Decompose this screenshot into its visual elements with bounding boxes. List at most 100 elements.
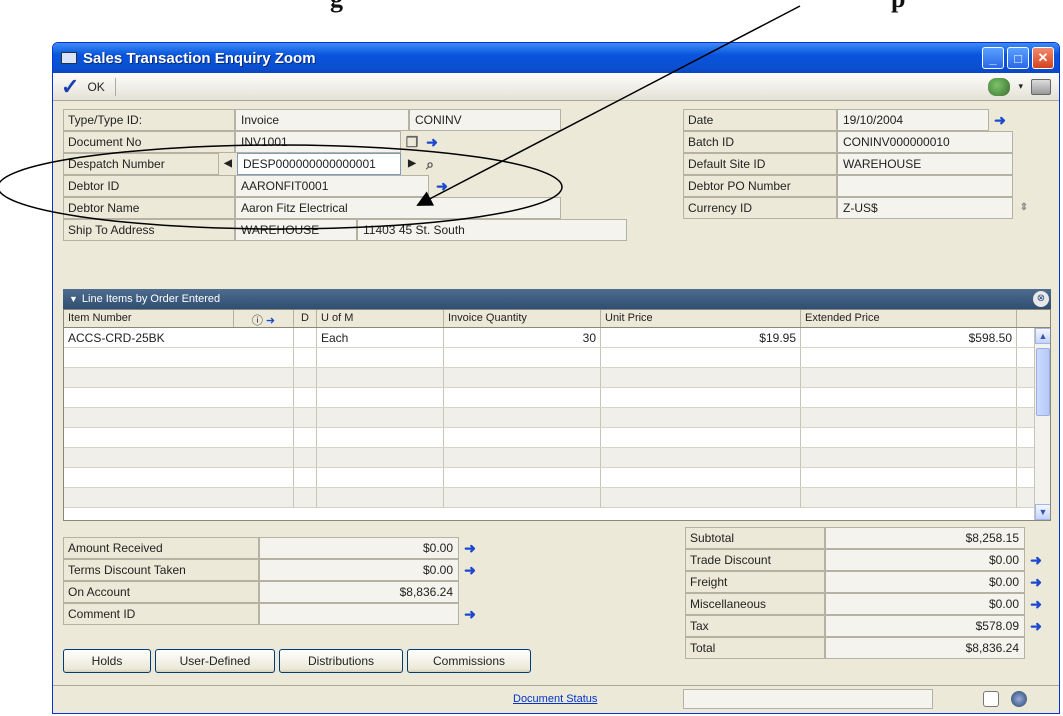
lookup-magnifier-icon[interactable]: ⌕ xyxy=(421,155,439,173)
d-cell[interactable] xyxy=(294,328,317,347)
trade-discount-label: Trade Discount xyxy=(685,549,825,571)
amount-received-value: $0.00 xyxy=(259,537,459,559)
table-row[interactable]: ACCS-CRD-25BK Each 30 $19.95 $598.50 xyxy=(64,328,1050,348)
collapse-icon[interactable]: ⊗ xyxy=(1033,291,1049,307)
table-row[interactable] xyxy=(64,388,1050,408)
table-row[interactable] xyxy=(64,428,1050,448)
extended-price-cell[interactable]: $598.50 xyxy=(801,328,1017,347)
column-unit-price[interactable]: Unit Price xyxy=(601,310,801,327)
batch-id-label: Batch ID xyxy=(683,131,837,153)
user-defined-button[interactable]: User-Defined xyxy=(155,649,275,673)
document-status-link[interactable]: Document Status xyxy=(513,693,597,705)
line-items-title: Line Items by Order Entered xyxy=(81,293,221,305)
maximize-icon[interactable]: □ xyxy=(1007,47,1029,69)
title-bar: Sales Transaction Enquiry Zoom _ □ ✕ xyxy=(53,43,1059,73)
grid-scrollbar[interactable]: ▲ ▼ xyxy=(1034,328,1050,520)
column-extended-price[interactable]: Extended Price xyxy=(801,310,1017,327)
heading-right-fragment: p xyxy=(891,0,905,13)
toolbar: ✓ OK ▾ xyxy=(53,73,1059,101)
table-row[interactable] xyxy=(64,408,1050,428)
column-icons: ⓘ ➜ xyxy=(234,310,294,327)
date-value: 19/10/2004 xyxy=(837,109,989,131)
scroll-down-icon[interactable]: ▼ xyxy=(1035,504,1050,520)
amount-received-label: Amount Received xyxy=(63,537,259,559)
document-no-arrow-icon[interactable]: ➜ xyxy=(423,133,441,151)
quantity-cell[interactable]: 30 xyxy=(444,328,601,347)
freight-value: $0.00 xyxy=(825,571,1025,593)
column-invoice-quantity[interactable]: Invoice Quantity xyxy=(444,310,601,327)
comment-id-value xyxy=(259,603,459,625)
table-row[interactable] xyxy=(64,348,1050,368)
despatch-number-label: Despatch Number xyxy=(63,153,219,175)
table-row[interactable] xyxy=(64,368,1050,388)
trade-discount-value: $0.00 xyxy=(825,549,1025,571)
document-icon[interactable]: ❐ xyxy=(403,133,421,151)
item-number-cell[interactable]: ACCS-CRD-25BK xyxy=(64,328,294,347)
close-icon[interactable]: ✕ xyxy=(1032,47,1054,69)
debtor-name-value: Aaron Fitz Electrical xyxy=(235,197,561,219)
window-title: Sales Transaction Enquiry Zoom xyxy=(83,49,316,67)
scroll-up-icon[interactable]: ▲ xyxy=(1035,328,1050,344)
amount-received-arrow-icon[interactable]: ➜ xyxy=(461,539,479,557)
type-label: Type/Type ID: xyxy=(63,109,235,131)
expand-triangle-icon[interactable]: ▼ xyxy=(69,294,78,304)
default-site-label: Default Site ID xyxy=(683,153,837,175)
distributions-button[interactable]: Distributions xyxy=(279,649,403,673)
help-icon[interactable] xyxy=(1011,691,1027,707)
chevron-down-icon[interactable]: ▾ xyxy=(1018,81,1023,92)
despatch-number-input[interactable]: DESP000000000000001 xyxy=(237,153,401,175)
column-d[interactable]: D xyxy=(294,310,317,327)
grid-body: ACCS-CRD-25BK Each 30 $19.95 $598.50 xyxy=(64,328,1050,508)
document-no-label: Document No xyxy=(63,131,235,153)
tax-label: Tax xyxy=(685,615,825,637)
table-row[interactable] xyxy=(64,448,1050,468)
note-icon[interactable] xyxy=(983,691,999,707)
document-no-value: INV1001 xyxy=(235,131,401,153)
subtotal-value: $8,258.15 xyxy=(825,527,1025,549)
status-bar: Document Status xyxy=(53,685,1059,713)
debtor-po-value xyxy=(837,175,1013,197)
minimize-icon[interactable]: _ xyxy=(982,47,1004,69)
scroll-thumb[interactable] xyxy=(1036,348,1050,416)
print-icon[interactable] xyxy=(1031,78,1051,95)
debtor-po-label: Debtor PO Number xyxy=(683,175,837,197)
miscellaneous-value: $0.00 xyxy=(825,593,1025,615)
date-arrow-icon[interactable]: ➜ xyxy=(991,111,1009,129)
batch-id-value: CONINV000000010 xyxy=(837,131,1013,153)
terms-discount-arrow-icon[interactable]: ➜ xyxy=(461,561,479,579)
uofm-cell[interactable]: Each xyxy=(317,328,444,347)
currency-icon[interactable]: ⇕ xyxy=(1015,199,1033,217)
debtor-id-arrow-icon[interactable]: ➜ xyxy=(433,177,451,195)
column-uofm[interactable]: U of M xyxy=(317,310,444,327)
comment-id-arrow-icon[interactable]: ➜ xyxy=(461,605,479,623)
column-item-number[interactable]: Item Number xyxy=(64,310,234,327)
window-app-icon xyxy=(61,52,77,64)
info-icon[interactable]: ⓘ xyxy=(252,315,263,327)
table-row[interactable] xyxy=(64,488,1050,508)
previous-arrow-icon[interactable]: ◀ xyxy=(219,155,237,173)
debtor-name-label: Debtor Name xyxy=(63,197,235,219)
miscellaneous-label: Miscellaneous xyxy=(685,593,825,615)
ok-button[interactable]: OK xyxy=(87,80,104,94)
sales-transaction-enquiry-window: Sales Transaction Enquiry Zoom _ □ ✕ ✓ O… xyxy=(52,42,1060,714)
tax-arrow-icon[interactable]: ➜ xyxy=(1027,617,1045,635)
toolbar-separator xyxy=(114,77,116,96)
options-icon[interactable] xyxy=(988,77,1011,96)
currency-id-label: Currency ID xyxy=(683,197,837,219)
holds-button[interactable]: Holds xyxy=(63,649,151,673)
debtor-id-label: Debtor ID xyxy=(63,175,235,197)
miscellaneous-arrow-icon[interactable]: ➜ xyxy=(1027,595,1045,613)
commissions-button[interactable]: Commissions xyxy=(407,649,531,673)
line-items-section-header[interactable]: ▼ Line Items by Order Entered ⊗ xyxy=(63,289,1051,309)
on-account-value: $8,836.24 xyxy=(259,581,459,603)
type-id-value: CONINV xyxy=(409,109,561,131)
unit-price-cell[interactable]: $19.95 xyxy=(601,328,801,347)
ship-to-id-value: WAREHOUSE xyxy=(235,219,357,241)
next-arrow-icon[interactable]: ▶ xyxy=(403,155,421,173)
trade-discount-arrow-icon[interactable]: ➜ xyxy=(1027,551,1045,569)
item-arrow-icon[interactable]: ➜ xyxy=(266,315,275,327)
freight-arrow-icon[interactable]: ➜ xyxy=(1027,573,1045,591)
table-row[interactable] xyxy=(64,468,1050,488)
checkmark-icon[interactable]: ✓ xyxy=(61,75,79,98)
line-items-grid: Item Number ⓘ ➜ D U of M Invoice Quantit… xyxy=(63,309,1051,521)
